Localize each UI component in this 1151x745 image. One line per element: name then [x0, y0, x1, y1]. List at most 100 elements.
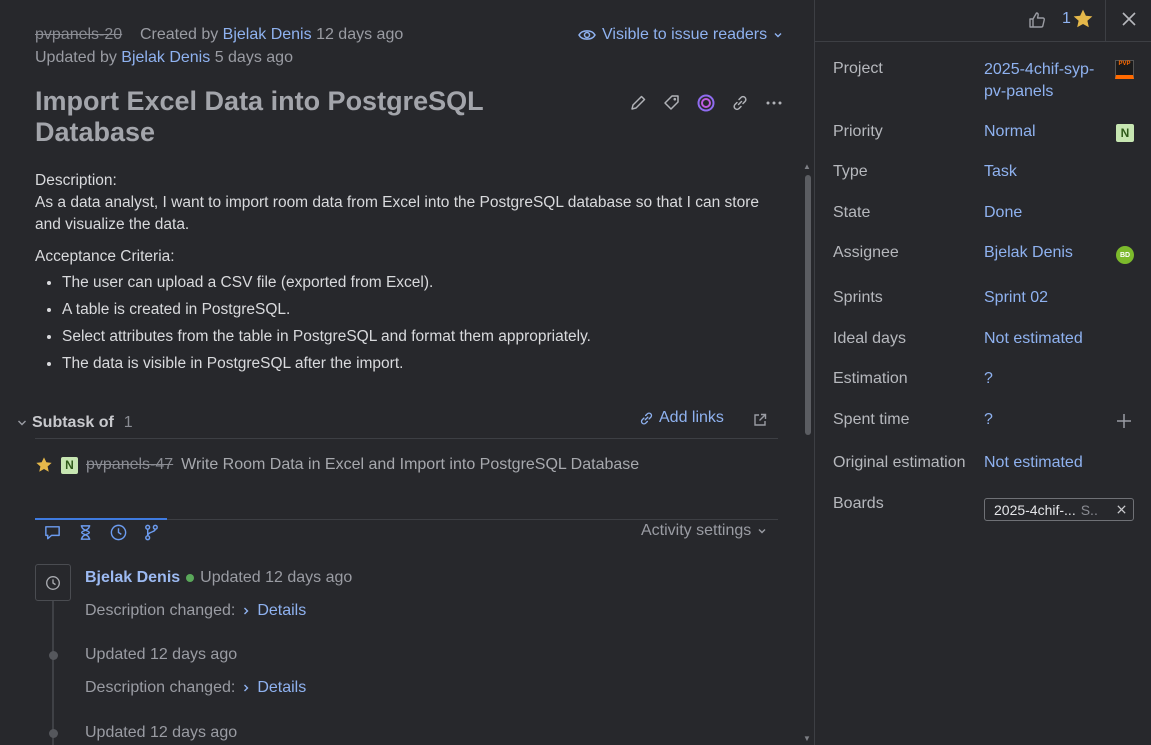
- field-value-project[interactable]: 2025-4chif-syp-pv-panels: [984, 59, 1114, 103]
- created-ago: 12 days ago: [316, 26, 404, 43]
- activity-entry-header: Bjelak Denis Updated 12 days ago: [85, 569, 352, 587]
- created-by-link[interactable]: Bjelak Denis: [223, 26, 312, 43]
- close-icon[interactable]: [1116, 504, 1127, 515]
- field-label-spent-time: Spent time: [833, 411, 910, 428]
- details-label: Details: [257, 602, 307, 619]
- timeline-dot: [49, 651, 58, 660]
- add-links-label: Add links: [659, 409, 724, 426]
- activity-entry-header: Updated 12 days ago: [85, 724, 237, 742]
- scrollbar-thumb[interactable]: [805, 175, 811, 435]
- chevron-down-icon[interactable]: [16, 417, 28, 429]
- criteria-item: Select attributes from the table in Post…: [62, 326, 785, 348]
- issue-fields-sidebar: 1 Project 2025-4chif-syp-pv-panels PVP P…: [814, 0, 1151, 745]
- activity-action: Updated 12 days ago: [85, 646, 238, 663]
- description-heading: Description:: [35, 172, 117, 189]
- subtask-summary[interactable]: Write Room Data in Excel and Import into…: [181, 456, 639, 474]
- issue-title[interactable]: Import Excel Data into PostgreSQL Databa…: [35, 86, 595, 148]
- chevron-right-icon: [241, 683, 251, 693]
- link-icon[interactable]: [730, 93, 750, 113]
- activity-settings-dropdown[interactable]: Activity settings: [641, 522, 767, 540]
- field-value-ideal-days[interactable]: Not estimated: [984, 330, 1083, 348]
- comment-icon[interactable]: [43, 523, 62, 542]
- subtask-count: 1: [123, 414, 133, 431]
- activity-author[interactable]: Bjelak Denis: [85, 569, 180, 587]
- description-text: As a data analyst, I want to import room…: [35, 194, 759, 233]
- updated-ago: 5 days ago: [214, 49, 293, 66]
- field-value-spent-time[interactable]: ?: [984, 411, 993, 429]
- field-label-ideal-days: Ideal days: [833, 330, 906, 347]
- board-chip[interactable]: 2025-4chif-... S..: [984, 498, 1134, 521]
- star-icon[interactable]: [35, 456, 53, 474]
- subtask-item[interactable]: N pvpanels-47 Write Room Data in Excel a…: [35, 456, 639, 474]
- visibility-label: Visible to issue readers: [602, 26, 768, 43]
- board-chip-sprint: S..: [1080, 501, 1098, 518]
- hourglass-icon[interactable]: [76, 523, 95, 542]
- clock-icon[interactable]: [109, 523, 128, 542]
- visibility-dropdown[interactable]: Visible to issue readers: [578, 26, 783, 44]
- activity-change-label: Description changed:: [85, 679, 236, 696]
- field-value-original-estimation[interactable]: Not estimated: [984, 454, 1083, 472]
- field-label-sprints: Sprints: [833, 289, 883, 306]
- chevron-down-icon: [773, 30, 783, 40]
- activity-settings-label: Activity settings: [641, 522, 752, 539]
- criteria-item: The user can upload a CSV file (exported…: [62, 272, 785, 294]
- scroll-down-arrow[interactable]: ▼: [803, 734, 811, 743]
- issue-description: Description: As a data analyst, I want t…: [35, 170, 785, 380]
- issue-meta-updated: Updated by Bjelak Denis 5 days ago: [35, 49, 293, 67]
- more-icon[interactable]: [764, 93, 784, 113]
- history-icon: [35, 564, 71, 601]
- field-value-assignee[interactable]: Bjelak Denis: [984, 244, 1073, 262]
- scroll-up-arrow[interactable]: ▲: [803, 162, 811, 171]
- issue-main-pane: pvpanels-20 Created by Bjelak Denis 12 d…: [0, 0, 814, 745]
- tag-icon[interactable]: [662, 93, 682, 113]
- field-label-estimation: Estimation: [833, 370, 908, 387]
- online-status-dot: [186, 574, 195, 582]
- star-icon[interactable]: [1072, 8, 1094, 30]
- field-value-sprints[interactable]: Sprint 02: [984, 289, 1048, 307]
- updated-by-link[interactable]: Bjelak Denis: [121, 49, 210, 66]
- activity-tabs: [43, 523, 161, 542]
- field-label-original-estimation: Original estimation: [833, 454, 966, 471]
- criteria-list: The user can upload a CSV file (exported…: [62, 272, 785, 375]
- close-icon[interactable]: [1120, 10, 1138, 28]
- activity-entry-header: Updated 12 days ago: [85, 646, 237, 664]
- field-value-priority[interactable]: Normal: [984, 123, 1036, 141]
- ai-assistant-icon[interactable]: [696, 93, 716, 113]
- field-value-estimation[interactable]: ?: [984, 370, 993, 388]
- field-value-state[interactable]: Done: [984, 204, 1022, 222]
- criteria-heading: Acceptance Criteria:: [35, 248, 175, 265]
- add-links-button[interactable]: Add links: [638, 409, 724, 427]
- branch-icon[interactable]: [142, 523, 161, 542]
- activity-change: Description changed: Details: [85, 679, 306, 697]
- field-label-priority: Priority: [833, 123, 883, 140]
- field-label-assignee: Assignee: [833, 244, 899, 261]
- thumbs-up-icon[interactable]: [1027, 10, 1047, 30]
- divider: [35, 438, 778, 439]
- criteria-item: The data is visible in PostgreSQL after …: [62, 353, 785, 375]
- activity-action: Updated 12 days ago: [200, 569, 353, 586]
- issue-id[interactable]: pvpanels-20: [35, 26, 122, 43]
- open-external-icon[interactable]: [752, 412, 768, 428]
- timeline-line: [52, 601, 54, 745]
- project-icon: PVP: [1115, 60, 1134, 79]
- details-label: Details: [257, 679, 307, 696]
- board-chip-name: 2025-4chif-...: [994, 501, 1076, 518]
- avatar: BD: [1116, 246, 1134, 264]
- vote-count: 1: [1062, 10, 1071, 27]
- subtask-title: Subtask of: [32, 414, 114, 431]
- plus-icon[interactable]: [1115, 412, 1133, 430]
- eye-icon: [578, 28, 596, 42]
- title-actions: [628, 93, 784, 113]
- activity-change: Description changed: Details: [85, 602, 306, 620]
- updated-prefix: Updated by: [35, 49, 117, 66]
- criteria-item: A table is created in PostgreSQL.: [62, 299, 785, 321]
- priority-badge: N: [61, 456, 78, 474]
- details-toggle[interactable]: Details: [241, 679, 306, 697]
- details-toggle[interactable]: Details: [241, 602, 306, 620]
- pencil-icon[interactable]: [628, 93, 648, 113]
- field-value-type[interactable]: Task: [984, 163, 1017, 181]
- field-label-state: State: [833, 204, 871, 221]
- field-label-project: Project: [833, 60, 883, 77]
- activity-action: Updated 12 days ago: [85, 724, 238, 741]
- subtask-id[interactable]: pvpanels-47: [86, 456, 173, 474]
